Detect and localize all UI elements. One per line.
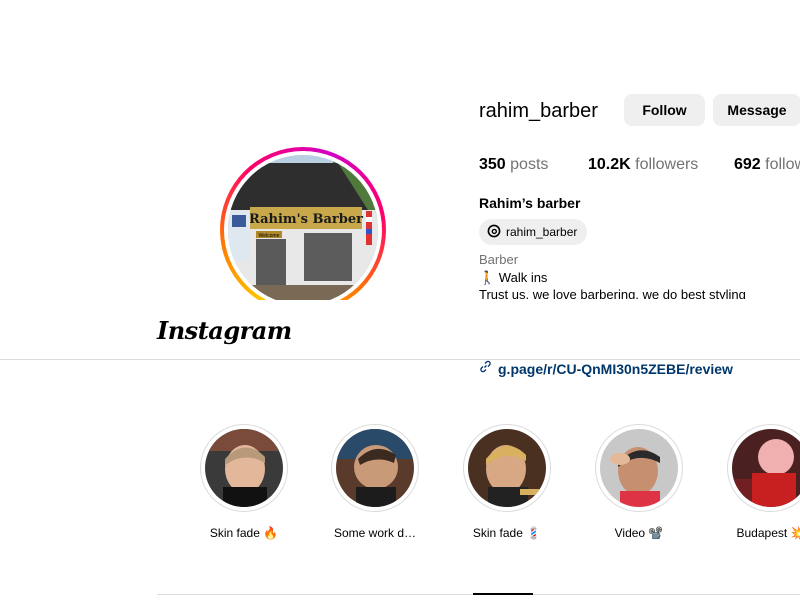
threads-handle: rahim_barber bbox=[506, 225, 578, 239]
following-count: 692 bbox=[734, 156, 761, 173]
message-button[interactable]: Message bbox=[713, 94, 800, 126]
posts-label: posts bbox=[510, 156, 549, 173]
highlight-label: Skin fade 🔥 bbox=[209, 526, 279, 540]
avatar-border: Rahim's Barber Welcome bbox=[224, 151, 382, 309]
active-tab-indicator bbox=[473, 593, 533, 595]
profile-link[interactable]: g.page/r/CU-QnMI30n5ZEBE/review bbox=[479, 360, 733, 378]
followers-count: 10.2K bbox=[588, 156, 631, 173]
highlight-image bbox=[600, 429, 678, 507]
followers-label: followers bbox=[635, 156, 699, 173]
highlight-ring bbox=[595, 424, 683, 512]
link-text: g.page/r/CU-QnMI30n5ZEBE/review bbox=[498, 361, 733, 377]
threads-badge[interactable]: rahim_barber bbox=[479, 219, 588, 245]
instagram-logo[interactable]: Instagram bbox=[157, 316, 292, 345]
avatar-sign-text: Rahim's Barber bbox=[249, 212, 363, 227]
highlight-label: Skin fade 💈 bbox=[472, 526, 542, 540]
highlight-label: Video 📽️ bbox=[614, 526, 664, 540]
highlight-item[interactable]: Some work d… bbox=[315, 424, 435, 540]
highlight-label: Budapest 💥 bbox=[736, 526, 800, 540]
highlight-item[interactable]: Budapest 💥 bbox=[711, 424, 800, 540]
highlight-item[interactable]: Skin fade 🔥 bbox=[184, 424, 304, 540]
highlight-item[interactable]: Skin fade 💈 bbox=[447, 424, 567, 540]
followers-stat[interactable]: 10.2K followers bbox=[588, 156, 698, 174]
avatar-image: Rahim's Barber Welcome bbox=[228, 155, 378, 305]
highlight-item[interactable]: Video 📽️ bbox=[579, 424, 699, 540]
link-icon bbox=[479, 360, 492, 378]
highlight-label: Some work d… bbox=[333, 526, 417, 540]
profile-category: Barber bbox=[479, 252, 519, 267]
posts-count: 350 bbox=[479, 156, 506, 173]
profile-username: rahim_barber bbox=[479, 100, 598, 122]
highlight-ring bbox=[727, 424, 800, 512]
profile-full-name: Rahim’s barber bbox=[479, 195, 581, 211]
highlight-image bbox=[336, 429, 414, 507]
threads-icon bbox=[487, 224, 501, 241]
top-header-bar bbox=[0, 300, 800, 360]
highlight-image bbox=[205, 429, 283, 507]
avatar-welcome-text: Welcome bbox=[259, 233, 280, 239]
following-stat[interactable]: 692 following bbox=[734, 156, 800, 174]
posts-stat: 350 posts bbox=[479, 156, 548, 174]
highlight-ring bbox=[200, 424, 288, 512]
highlight-ring bbox=[463, 424, 551, 512]
profile-avatar[interactable]: Rahim's Barber Welcome bbox=[220, 147, 386, 313]
bio-line-1: 🚶 Walk ins bbox=[479, 270, 548, 285]
highlight-image bbox=[732, 429, 800, 507]
follow-button[interactable]: Follow bbox=[624, 94, 705, 126]
barbershop-photo: Rahim's Barber Welcome bbox=[228, 155, 378, 305]
highlight-image bbox=[468, 429, 546, 507]
bio-line-2: Trust us, we love barbering, we do best … bbox=[479, 287, 746, 299]
highlight-ring bbox=[331, 424, 419, 512]
following-label: following bbox=[765, 156, 800, 173]
